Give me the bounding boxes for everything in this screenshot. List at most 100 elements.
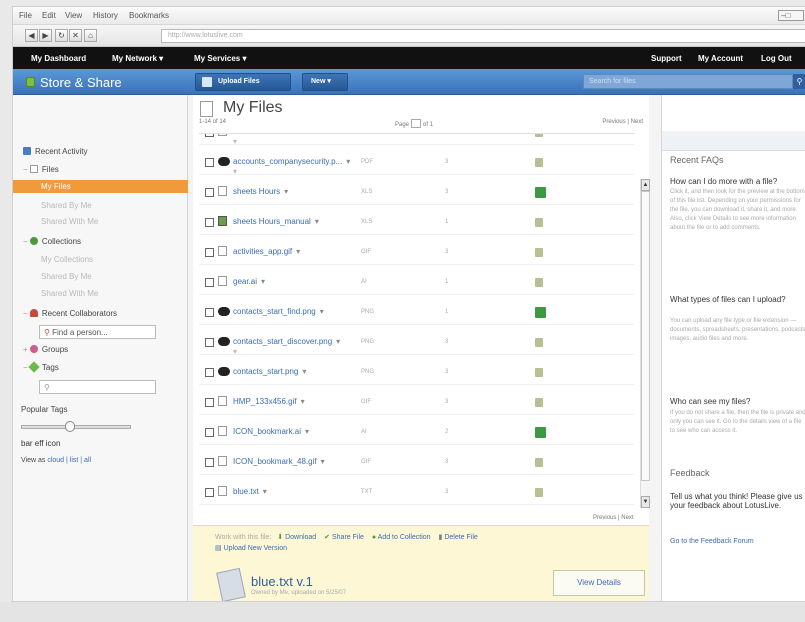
file-name-link[interactable]: ICON_bookmark_48.gif ▾ [233,457,325,466]
tag-slider-track[interactable] [21,425,131,429]
file-menu-icon[interactable]: ▾ [261,277,265,286]
faq-question-1[interactable]: How can I do more with a file? [670,177,805,186]
table-row[interactable]: HMP_133x456.gif ▾ GIF 3 [199,390,635,415]
menu-file[interactable]: File [19,11,32,20]
table-row[interactable]: contacts_start_discover.png ▾ ▾ PNG 3 [199,330,635,356]
table-row[interactable]: sheets Hours_manual ▾ XLS 1 [199,210,635,235]
sidebar-item-files[interactable]: − Files [23,165,198,174]
file-name-link[interactable]: blue.txt ▾ [233,487,267,496]
row-checkbox[interactable] [205,338,214,347]
sidebar-item-recent-collaborators[interactable]: − Recent Collaborators [23,309,198,318]
file-name-link[interactable]: gear.ai ▾ [233,277,265,286]
download-action[interactable]: ⬇ Download [277,534,316,541]
faq-question-2[interactable]: What types of files can I upload? [670,295,805,304]
sidebar-item-collections-shared-with-me[interactable]: Shared With Me [41,289,216,298]
file-name-link[interactable]: ICON_bookmark.ai ▾ [233,427,309,436]
sidebar-item-my-collections[interactable]: My Collections [41,255,216,264]
new-button[interactable]: New ▾ [302,73,348,91]
table-row[interactable]: contacts_start_find.png ▾ PNG 1 [199,300,635,325]
row-checkbox[interactable] [205,368,214,377]
nav-my-network[interactable]: My Network ▾ [112,54,163,63]
file-menu-icon[interactable]: ▾ [305,427,309,436]
page-input[interactable] [411,119,422,128]
nav-support[interactable]: Support [651,54,682,63]
row-checkbox[interactable] [205,218,214,227]
delete-file-action[interactable]: ▮ Delete File [439,534,478,541]
file-name-link[interactable]: sheets Hours ▾ [233,187,288,196]
file-menu-icon[interactable]: ▾ [315,217,319,226]
collapse-icon[interactable]: − [23,237,30,246]
sidebar-item-my-files[interactable]: My Files [13,180,188,193]
feedback-forum-link[interactable]: Go to the Feedback Forum [670,538,754,545]
menu-edit[interactable]: Edit [42,11,56,20]
table-row[interactable]: ▾ PNG 1 [199,134,635,146]
file-menu-icon[interactable]: ▾ [320,307,324,316]
table-row[interactable]: sheets Hours ▾ XLS 3 [199,180,635,205]
file-menu-icon[interactable]: ▾ [321,457,325,466]
table-row[interactable]: accounts_companysecurity.p... ▾ ▾ PDF 3 [199,150,635,176]
table-row[interactable]: ICON_bookmark.ai ▾ AI 2 [199,420,635,445]
table-row[interactable]: blue.txt ▾ TXT 3 [199,480,635,505]
table-row[interactable]: activities_app.gif ▾ GIF 3 [199,240,635,265]
file-menu-icon[interactable]: ▾ [263,487,267,496]
faq-question-3[interactable]: Who can see my files? [670,397,805,406]
menu-history[interactable]: History [93,11,118,20]
table-row[interactable]: contacts_start.png ▾ PNG 3 [199,360,635,385]
sidebar-item-recent-activity[interactable]: Recent Activity [23,147,198,156]
search-icon[interactable]: ⚲ [793,74,805,89]
find-person-input[interactable]: ⚲ Find a person... [39,325,156,339]
scroll-down-icon[interactable]: ▼ [641,496,650,508]
row-checkbox[interactable] [205,428,214,437]
row-checkbox[interactable] [205,488,214,497]
collapse-icon[interactable]: − [23,165,30,174]
row-checkbox[interactable] [205,458,214,467]
file-menu-icon[interactable]: ▾ [296,247,300,256]
row-checkbox[interactable] [205,308,214,317]
reload-icon[interactable]: ↻ [55,29,68,42]
row-checkbox[interactable] [205,188,214,197]
view-as-options[interactable]: cloud | list | all [47,457,91,464]
scroll-thumb[interactable] [641,191,650,481]
scroll-up-icon[interactable]: ▲ [641,179,650,191]
collapse-icon[interactable]: − [23,309,30,318]
menu-view[interactable]: View [65,11,82,20]
prev-next[interactable]: Previous | Next [602,119,643,125]
row-checkbox[interactable] [205,158,214,167]
row-checkbox[interactable] [205,134,214,137]
sidebar-item-collections-shared-by-me[interactable]: Shared By Me [41,272,216,281]
file-menu-icon[interactable]: ▾ [302,367,306,376]
sidebar-item-groups[interactable]: + Groups [23,345,198,354]
file-menu-icon[interactable]: ▾ [346,157,350,166]
back-icon[interactable]: ◀ [25,29,38,42]
file-list-scrollbar[interactable]: ▲ ▼ [640,179,650,508]
file-name-link[interactable]: contacts_start_discover.png ▾ [233,337,340,346]
share-file-action[interactable]: ✔ Share File [324,534,364,541]
file-name-link[interactable]: sheets Hours_manual ▾ [233,217,319,226]
table-row[interactable]: gear.ai ▾ AI 1 [199,270,635,295]
sidebar-item-collections[interactable]: − Collections [23,237,198,246]
file-name-link[interactable]: HMP_133x456.gif ▾ [233,397,305,406]
address-bar[interactable]: http://www.lotuslive.com [161,29,805,43]
nav-log-out[interactable]: Log Out [761,54,792,63]
home-icon[interactable]: ⌂ [84,29,97,42]
tags-input[interactable]: ⚲ [39,380,156,394]
view-details-button[interactable]: View Details [553,570,645,596]
sidebar-item-shared-by-me[interactable]: Shared By Me [41,201,216,210]
tag-cloud-item[interactable]: bar eff icon [21,439,196,448]
forward-icon[interactable]: ▶ [39,29,52,42]
expand-icon[interactable]: + [23,345,30,354]
file-name-link[interactable]: accounts_companysecurity.p... ▾ [233,157,350,166]
search-input[interactable]: Search for files [583,74,793,89]
nav-my-dashboard[interactable]: My Dashboard [31,54,86,63]
nav-my-services[interactable]: My Services ▾ [194,54,247,63]
row-checkbox[interactable] [205,398,214,407]
stop-icon[interactable]: ✕ [69,29,82,42]
file-menu-icon[interactable]: ▾ [336,337,340,346]
nav-my-account[interactable]: My Account [698,54,743,63]
upload-new-version-action[interactable]: ▤ Upload New Version [215,545,287,552]
add-to-collection-action[interactable]: ● Add to Collection [372,534,431,541]
tag-slider-handle[interactable] [65,421,75,432]
file-name-link[interactable]: contacts_start.png ▾ [233,367,306,376]
prev-next-bottom[interactable]: Previous | Next [593,515,634,521]
upload-files-button[interactable]: Upload Files [195,73,291,91]
